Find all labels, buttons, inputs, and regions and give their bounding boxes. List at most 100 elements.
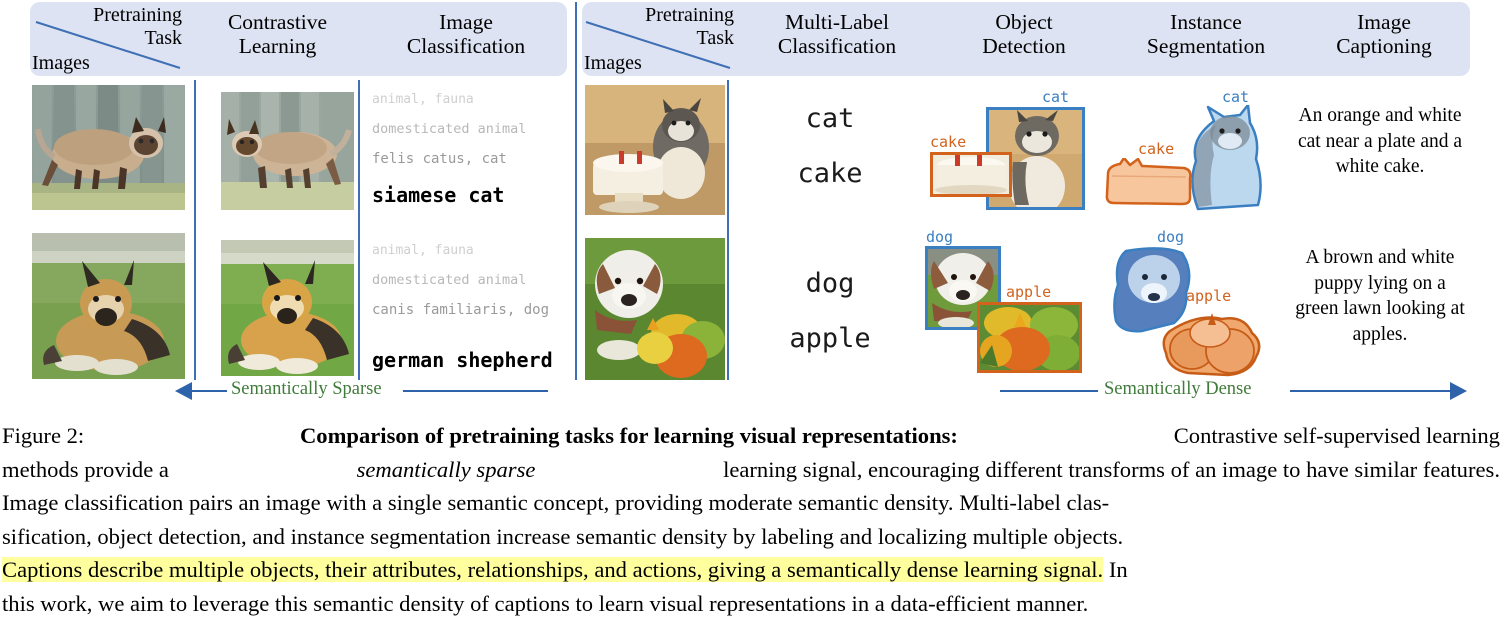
sparse-axis-arrow: Semantically Sparse [175, 378, 575, 404]
dense-axis-arrow: Semantically Dense [1000, 378, 1470, 404]
row2-multilabel-2: apple [735, 323, 925, 354]
header-contrastive-learning: Contrastive Learning [190, 10, 365, 58]
row1-det-box-cake [930, 152, 1012, 197]
separator-left-2 [358, 80, 360, 380]
header-line1: Object [995, 10, 1053, 34]
dog-and-apples-photo [585, 238, 725, 380]
separator-panel-gap [575, 2, 577, 380]
row2-class-hierarchy: animal, fauna domesticated animal canis … [372, 243, 553, 372]
row2-det-box-apple [977, 302, 1082, 373]
german-shepherd-augmented-photo [221, 240, 354, 376]
siamese-cat-photo [32, 85, 185, 210]
caption-line-3: Image classification pairs an image with… [2, 490, 1110, 516]
header-line2: Classification [406, 34, 526, 59]
corner-task-label: Pretraining Task [93, 4, 182, 50]
separator-left-1 [194, 80, 196, 380]
header-line1: Contrastive [227, 10, 328, 34]
hierarchy-level-2: domesticated animal [372, 121, 527, 137]
caption-highlighted-text: Captions describe multiple objects, thei… [2, 557, 1104, 583]
row2-source-image [32, 233, 185, 379]
caption-figure-label: Figure 2: [2, 423, 85, 448]
row1-det-label-cake: cake [930, 133, 967, 151]
header-image-classification: Image Classification [370, 10, 562, 58]
multilabel-text: cake [797, 158, 863, 189]
multilabel-text: dog [805, 268, 855, 299]
caption-line-4: sification, object detection, and instan… [2, 523, 1124, 549]
hierarchy-level-3: canis familiaris, dog [372, 302, 550, 318]
row1-seg-label-cat: cat [1222, 88, 1250, 106]
header-line1: Multi-Label [785, 10, 889, 34]
row1-class-hierarchy: animal, fauna domesticated animal felis … [372, 92, 526, 207]
row2-det-label-dog: dog [926, 228, 954, 246]
caption-line2-a: methods provide a [2, 456, 169, 482]
sparse-axis-label: Semantically Sparse [231, 379, 382, 399]
row2-det-label-apple: apple [1006, 283, 1052, 301]
row2-augmented-image [221, 240, 354, 376]
corner-images-label: Images [32, 52, 90, 74]
hierarchy-level-3: felis catus, cat [372, 151, 507, 167]
corner-images-label: Images [584, 52, 642, 74]
header-line1: Image [439, 10, 493, 34]
caption-line2-b: learning signal, encouraging different t… [723, 456, 1500, 482]
caption-line-6: this work, we aim to leverage this seman… [2, 590, 1089, 616]
row1-seg-label-cake: cake [1138, 140, 1175, 158]
corner-task-label: Pretraining Task [645, 4, 734, 50]
caption-text: An orange and white cat near a plate and… [1297, 105, 1463, 177]
header-image-captioning: Image Captioning [1304, 10, 1464, 58]
figure-caption: Figure 2: Comparison of pretraining task… [2, 419, 1500, 621]
apples-instance-mask [1162, 313, 1261, 377]
row1-right-source-image [585, 85, 725, 215]
header-line2: Learning [238, 34, 317, 59]
corner-task-line2: Task [144, 27, 182, 49]
left-panel-header: Pretraining Task Images Contrastive Lear… [30, 2, 567, 76]
hierarchy-final-label: siamese cat [372, 183, 505, 207]
multilabel-text: cat [805, 103, 855, 134]
row1-source-image [32, 85, 185, 210]
row2-seg-label-dog: dog [1157, 228, 1185, 246]
dense-axis-label: Semantically Dense [1104, 379, 1252, 399]
corner-task-line1: Pretraining [645, 4, 734, 26]
right-corner-diagonal-cell: Pretraining Task Images [582, 2, 742, 76]
header-line2: Detection [982, 34, 1066, 59]
row1-multilabel-2: cake [735, 158, 925, 189]
hierarchy-final-label: german shepherd [372, 348, 553, 372]
header-object-detection: Object Detection [940, 10, 1108, 58]
header-line1: Instance [1170, 10, 1242, 34]
caption-bold-title: Comparison of pretraining tasks for lear… [299, 423, 958, 448]
corner-task-line1: Pretraining [93, 4, 182, 26]
header-multi-label-classification: Multi-Label Classification [737, 10, 937, 58]
row2-right-source-image [585, 238, 725, 380]
apples-crop [980, 305, 1079, 370]
row2-seg-apple-mask [1158, 305, 1266, 382]
separator-right-1 [727, 80, 729, 380]
hierarchy-level-1: animal, fauna [372, 92, 474, 107]
header-line2: Segmentation [1146, 34, 1266, 59]
header-line2: Captioning [1336, 34, 1432, 59]
figure-2: Pretraining Task Images Contrastive Lear… [0, 0, 1502, 631]
multilabel-text: apple [789, 323, 871, 354]
row1-caption: An orange and white cat near a plate and… [1295, 103, 1465, 180]
row1-seg-cake-mask [1104, 156, 1196, 213]
right-panel-header: Pretraining Task Images Multi-Label Clas… [582, 2, 1470, 76]
corner-task-line2: Task [696, 27, 734, 49]
caption-italic-phrase: semantically sparse [356, 456, 536, 482]
row2-seg-label-apple: apple [1186, 287, 1232, 305]
left-corner-diagonal-cell: Pretraining Task Images [30, 2, 190, 76]
caption-text: A brown and white puppy lying on a green… [1295, 247, 1465, 345]
caption-line-5: Captions describe multiple objects, thei… [2, 553, 1500, 587]
row1-det-label-cat: cat [1042, 88, 1070, 106]
hierarchy-level-1: animal, fauna [372, 243, 474, 258]
row2-caption: A brown and white puppy lying on a green… [1295, 245, 1465, 347]
header-line2: Classification [777, 34, 897, 59]
caption-line5-tail: In [1108, 557, 1128, 583]
german-shepherd-photo [32, 233, 185, 379]
caption-line-2: methods provide a semantically sparse le… [2, 453, 1500, 487]
cake-instance-mask [1105, 156, 1192, 206]
hierarchy-level-2: domesticated animal [372, 272, 527, 288]
cake-crop [933, 155, 1009, 194]
row2-multilabel-1: dog [735, 268, 925, 299]
row1-multilabel-1: cat [735, 103, 925, 134]
caption-line1-rest: Contrastive self-supervised learning [1173, 423, 1500, 448]
header-instance-segmentation: Instance Segmentation [1110, 10, 1302, 58]
cat-and-cake-photo [585, 85, 725, 215]
